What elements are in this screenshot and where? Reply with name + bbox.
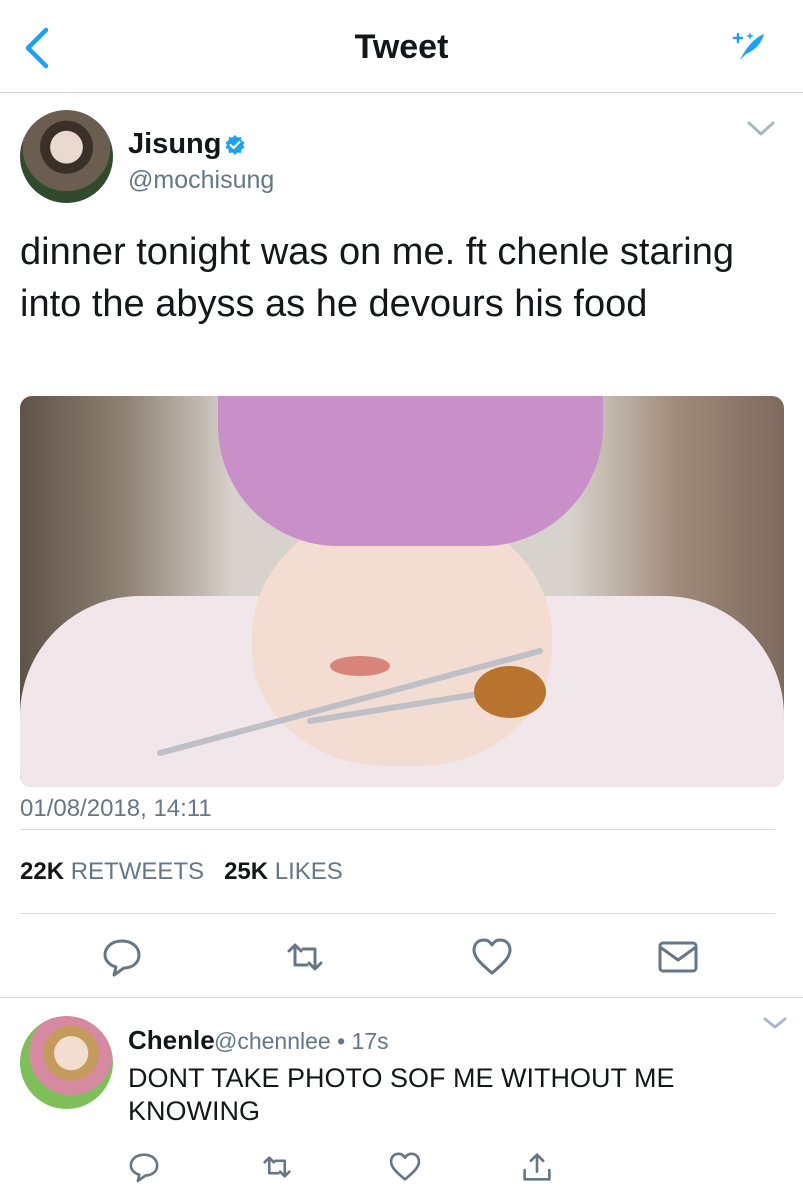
- verified-badge-icon: [225, 135, 245, 155]
- retweet-count[interactable]: 22K: [20, 858, 64, 885]
- display-name[interactable]: Jisung: [128, 128, 221, 161]
- reply-text: DONT TAKE PHOTO SOF ME WITHOUT ME KNOWIN…: [128, 1063, 675, 1126]
- avatar[interactable]: [20, 110, 113, 203]
- chevron-down-icon[interactable]: [746, 120, 776, 138]
- reply-display-name[interactable]: Chenle: [128, 1025, 215, 1056]
- reply-icon[interactable]: [100, 935, 144, 979]
- compose-tweet-icon[interactable]: [728, 30, 768, 64]
- tweet-timestamp: 01/08/2018, 14:11: [20, 795, 212, 822]
- top-nav-bar: Tweet: [0, 0, 803, 93]
- like-count[interactable]: 25K: [224, 858, 268, 885]
- tweet-stats[interactable]: 22K RETWEETS 25K LIKES: [20, 858, 343, 886]
- page-title: Tweet: [354, 28, 449, 66]
- like-icon[interactable]: [388, 1150, 422, 1184]
- divider: [20, 913, 775, 914]
- reply-icon[interactable]: [127, 1150, 161, 1184]
- handle[interactable]: @mochisung: [128, 166, 274, 195]
- tweet-text: dinner tonight was on me. ft chenle star…: [20, 231, 734, 325]
- direct-message-icon[interactable]: [656, 935, 700, 979]
- chevron-down-icon[interactable]: [762, 1016, 788, 1030]
- reply-avatar[interactable]: [20, 1016, 113, 1109]
- retweet-label[interactable]: RETWEETS: [71, 858, 204, 885]
- reply-handle-and-time[interactable]: @chennlee • 17s: [214, 1028, 389, 1055]
- section-divider: [0, 997, 803, 998]
- like-icon[interactable]: [470, 935, 514, 979]
- chopsticks-with-food: [157, 648, 546, 756]
- like-label[interactable]: LIKES: [275, 858, 343, 885]
- divider: [20, 829, 775, 830]
- tweet-photo[interactable]: [20, 396, 784, 787]
- share-icon[interactable]: [520, 1150, 554, 1184]
- retweet-icon[interactable]: [260, 1150, 294, 1184]
- retweet-icon[interactable]: [283, 935, 327, 979]
